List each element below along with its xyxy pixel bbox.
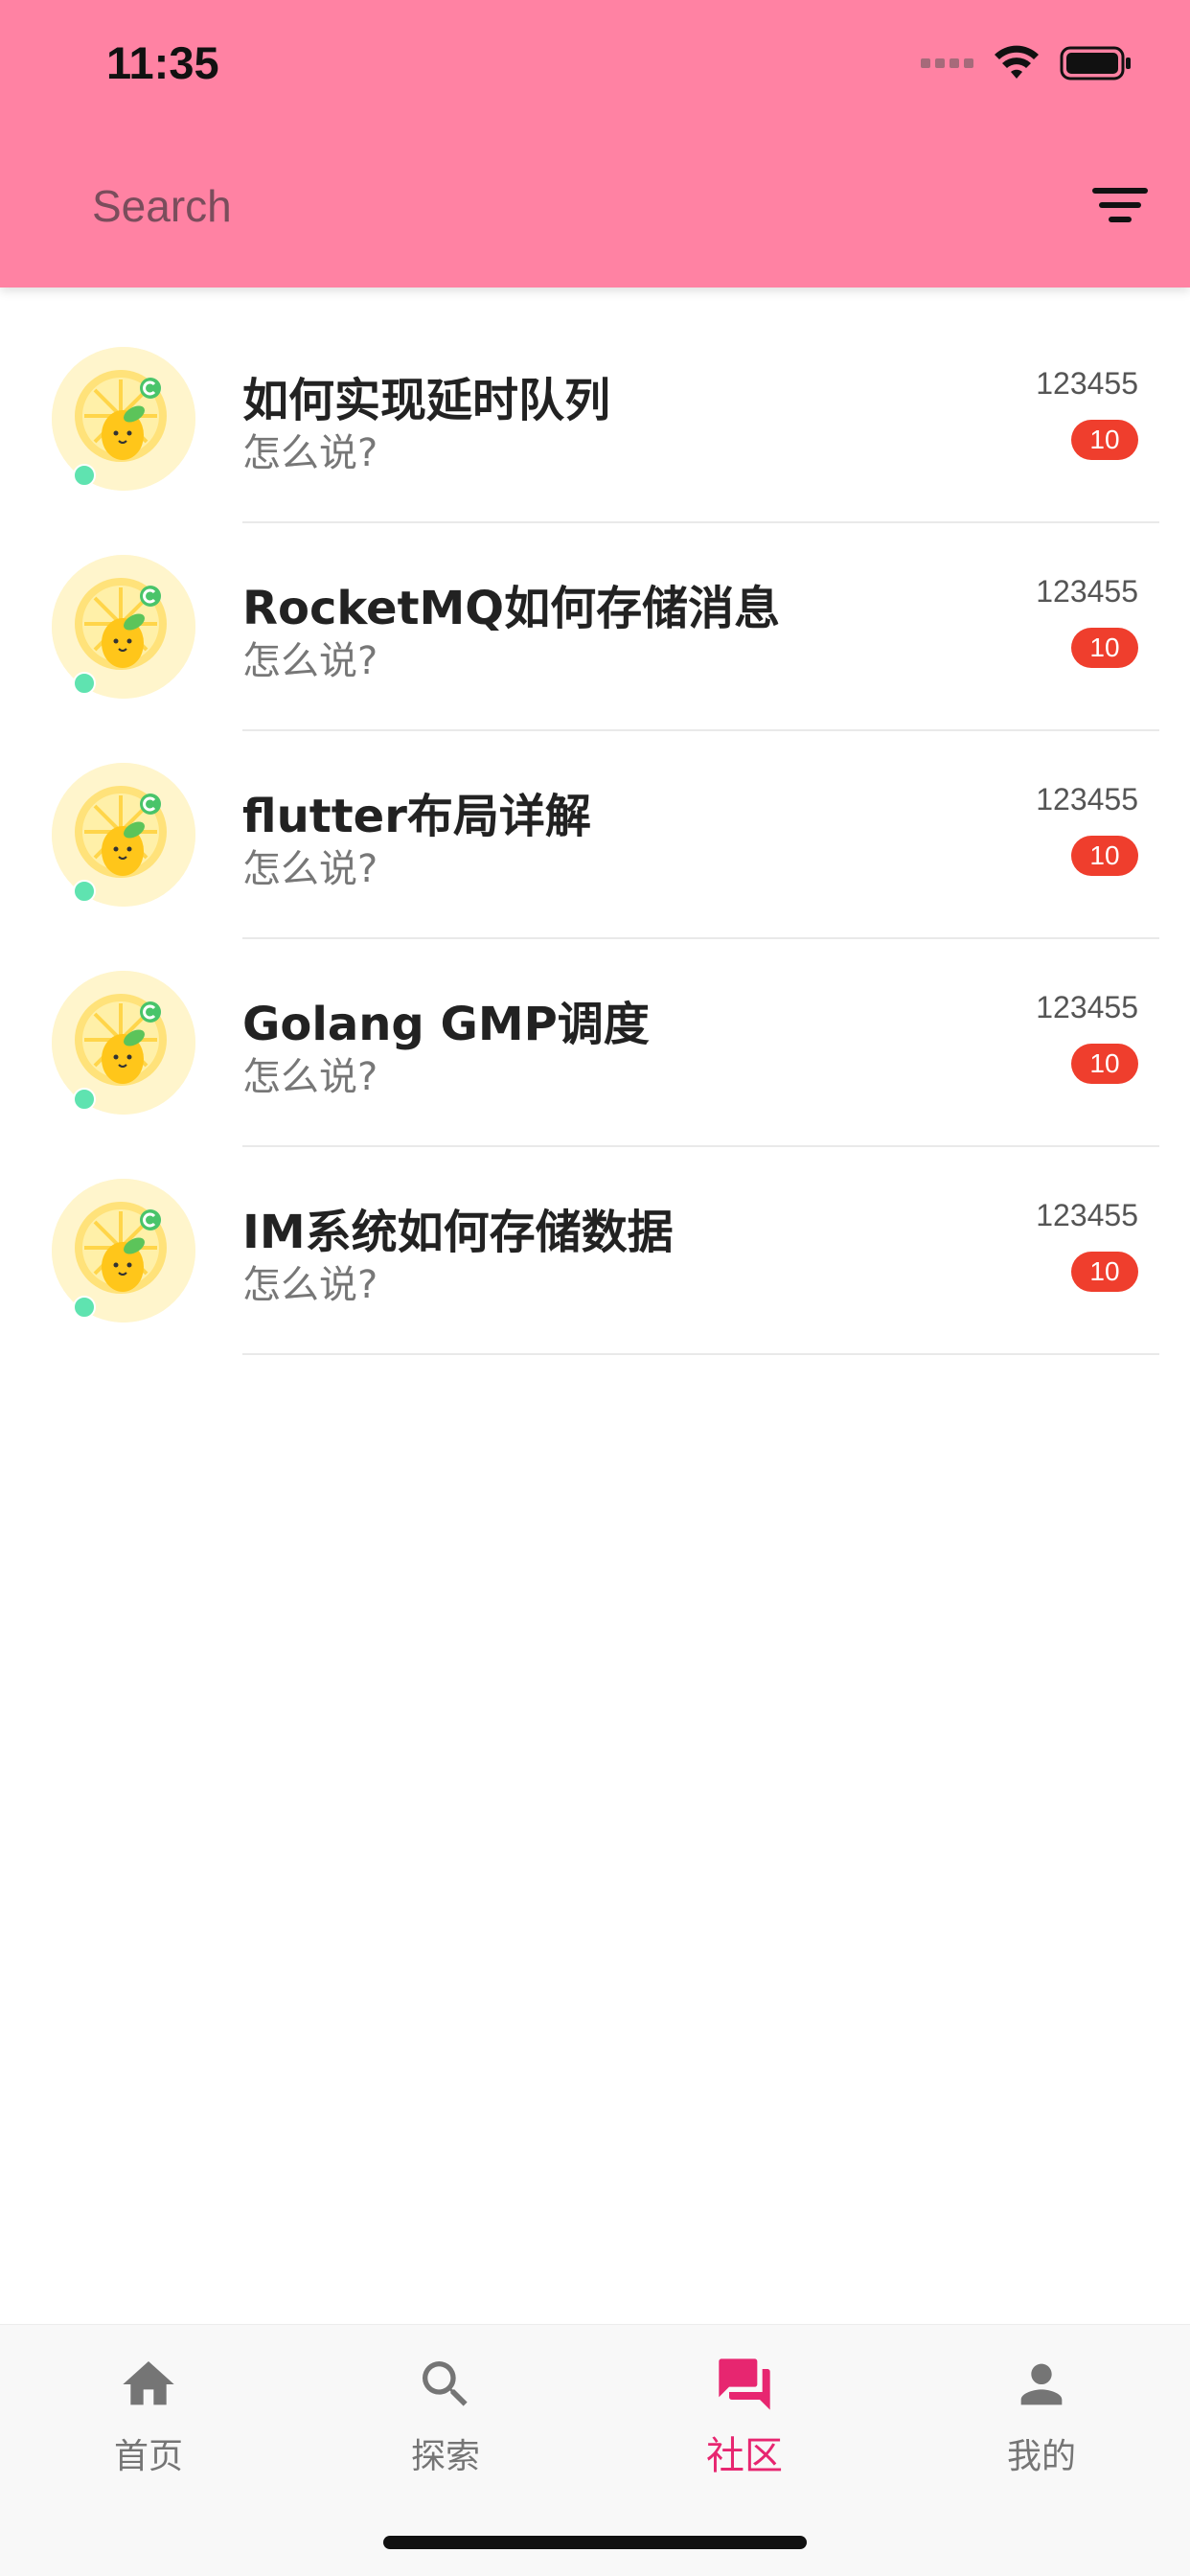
conversation-subtitle: 怎么说? [242,639,378,683]
filter-icon[interactable] [1092,184,1148,226]
app-screen: 11:35 Search 如何实现延时队列 怎么说? 123455 10 RocketM… [0,0,1190,2576]
conversation-subtitle: 怎么说? [242,1263,378,1307]
conversation-time: 123455 [1036,1198,1138,1232]
conversation-time: 123455 [1036,366,1138,401]
search-icon [423,2361,468,2406]
conversation-time: 123455 [1036,574,1138,609]
wifi-icon [995,45,1039,79]
forum-icon [719,2358,770,2410]
nav-item-home[interactable]: 首页 [72,2354,225,2478]
person-icon [1020,2363,1063,2405]
home-indicator[interactable] [383,2536,807,2549]
unread-badge: 10 [1071,1252,1138,1292]
conversation-list: 如何实现延时队列 怎么说? 123455 10 RocketMQ如何存储消息 怎么说? 12… [0,288,1190,1355]
conversation-title: IM系统如何存储数据 [242,1206,674,1259]
conversation-subtitle: 怎么说? [242,1055,378,1099]
nav-item-explore[interactable]: 探索 [369,2354,522,2478]
conversation-title: 如何实现延时队列 [242,374,611,427]
app-header: 11:35 Search [0,0,1190,288]
nav-label-community: 社区 [706,2434,783,2478]
conversation-subtitle: 怎么说? [242,847,378,891]
conversation-item[interactable]: IM系统如何存储数据 怎么说? 123455 10 [0,1119,1190,1355]
online-status-dot [73,880,96,903]
conversation-title: Golang GMP调度 [242,998,650,1051]
status-icons [921,42,1133,84]
battery-icon [1060,46,1131,80]
conversation-item[interactable]: flutter布局详解 怎么说? 123455 10 [0,703,1190,939]
conversation-item[interactable]: Golang GMP调度 怎么说? 123455 10 [0,911,1190,1147]
online-status-dot [73,1296,96,1319]
conversation-item[interactable]: RocketMQ如何存储消息 怎么说? 123455 10 [0,495,1190,731]
unread-badge: 10 [1071,420,1138,460]
signal-icon [921,58,973,68]
search-input[interactable]: Search [92,180,232,232]
online-status-dot [73,1088,96,1111]
online-status-dot [73,464,96,487]
conversation-time: 123455 [1036,782,1138,816]
home-icon [123,2361,174,2405]
conversation-subtitle: 怎么说? [242,431,378,475]
conversation-title: RocketMQ如何存储消息 [242,582,781,635]
conversation-time: 123455 [1036,990,1138,1024]
nav-label-profile: 我的 [1006,2437,1076,2476]
nav-item-community[interactable]: 社区 [668,2354,821,2480]
unread-badge: 10 [1071,1044,1138,1084]
conversation-title: flutter布局详解 [242,790,591,843]
online-status-dot [73,672,96,695]
status-time: 11:35 [106,37,219,88]
nav-item-profile[interactable]: 我的 [965,2354,1118,2478]
nav-label-home: 首页 [113,2437,183,2476]
unread-badge: 10 [1071,836,1138,876]
unread-badge: 10 [1071,628,1138,668]
divider [242,1353,1159,1355]
conversation-item[interactable]: 如何实现延时队列 怎么说? 123455 10 [0,288,1190,523]
nav-label-explore: 探索 [410,2437,480,2476]
